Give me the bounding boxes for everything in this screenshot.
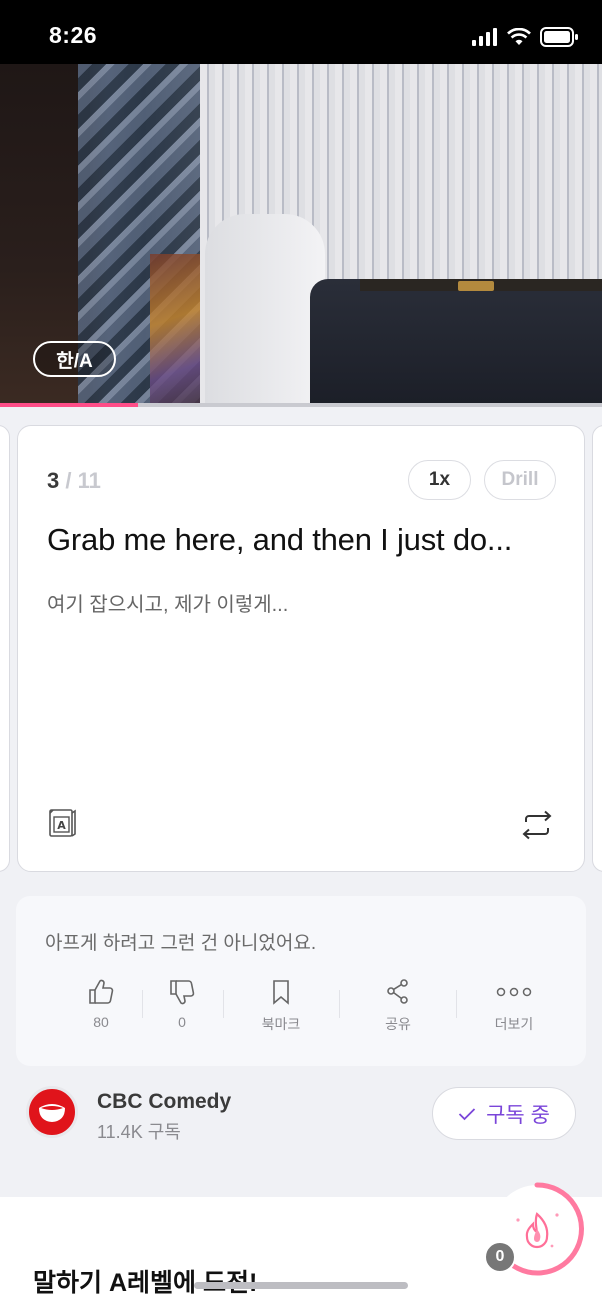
sentence-total: 11 <box>77 468 101 493</box>
home-indicator[interactable] <box>194 1282 408 1289</box>
thumbs-up-icon <box>89 979 114 1004</box>
channel-logo[interactable] <box>26 1086 78 1138</box>
next-sentence-card[interactable] <box>592 425 602 872</box>
channel-subscriber-count: 11.4K 구독 <box>97 1122 181 1142</box>
thumbs-down-icon <box>170 980 195 1005</box>
streak-count-badge: 0 <box>484 1241 516 1273</box>
share-button[interactable]: 공유 <box>358 978 438 1034</box>
subscribed-button[interactable]: 구독 중 <box>432 1087 576 1140</box>
bookmark-icon <box>273 980 289 1005</box>
cellular-signal-icon <box>472 28 497 46</box>
bookmark-label: 북마크 <box>261 1016 301 1032</box>
previous-sentence-card[interactable] <box>0 425 10 872</box>
sentence-card: 3 / 11 1x Drill Grab me here, and then I… <box>17 425 585 872</box>
checkmark-icon <box>458 1107 476 1120</box>
status-icons <box>472 26 578 48</box>
video-progress-bar[interactable] <box>0 403 602 407</box>
repeat-icon[interactable] <box>520 810 554 840</box>
like-count: 80 <box>93 1014 109 1030</box>
share-icon <box>387 979 408 1004</box>
challenge-title[interactable]: 말하기 A레벨에 도전! <box>33 1263 257 1299</box>
english-sentence: Grab me here, and then I just do... <box>47 522 513 557</box>
svg-text:A: A <box>57 819 66 832</box>
subtitle-language-toggle[interactable]: 한/A <box>33 341 116 377</box>
more-icon <box>496 987 532 997</box>
sentence-separator: / <box>59 468 78 493</box>
subscribed-label: 구독 중 <box>486 1103 550 1127</box>
status-time: 8:26 <box>49 22 98 48</box>
more-button[interactable]: 더보기 <box>474 978 554 1034</box>
drill-button[interactable]: Drill <box>484 460 556 500</box>
battery-icon <box>540 27 578 47</box>
cbc-logo-icon <box>39 1104 65 1122</box>
dislike-button[interactable]: 0 <box>142 978 222 1030</box>
playback-speed-button[interactable]: 1x <box>408 460 471 500</box>
sentence-counter: 3 / 11 <box>47 468 101 494</box>
like-button[interactable]: 80 <box>61 978 141 1030</box>
action-bar: 80 0 북마크 공유 더보기 <box>16 978 586 1038</box>
dictionary-icon[interactable]: A <box>47 808 77 838</box>
video-progress-fill <box>0 403 139 407</box>
korean-translation: 여기 잡으시고, 제가 이렇게... <box>47 594 289 616</box>
sentence-current: 3 <box>47 468 60 493</box>
description-card: 아프게 하려고 그런 건 아니었어요. 80 0 북마크 공유 더보기 <box>16 896 586 1066</box>
wifi-icon <box>507 28 531 45</box>
share-label: 공유 <box>385 1016 411 1032</box>
more-label: 더보기 <box>494 1016 534 1032</box>
dislike-count: 0 <box>178 1014 186 1030</box>
status-bar: 8:26 <box>0 0 602 64</box>
description-text: 아프게 하려고 그런 건 아니었어요. <box>45 933 317 954</box>
channel-name[interactable]: CBC Comedy <box>97 1090 231 1114</box>
bookmark-button[interactable]: 북마크 <box>241 978 321 1034</box>
